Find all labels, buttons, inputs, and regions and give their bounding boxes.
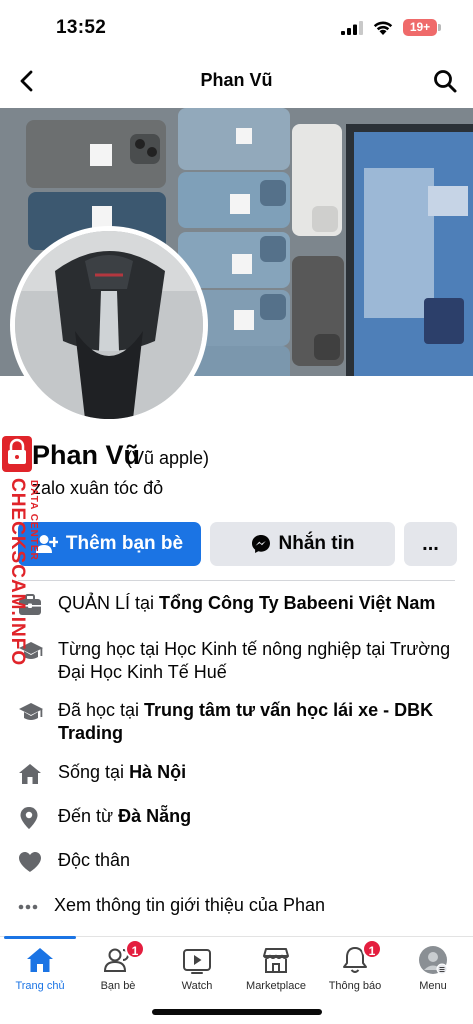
see-about-info-link[interactable]: Xem thông tin giới thiệu của Phan [18, 894, 458, 920]
tab-label-notifications: Thông báo [328, 980, 382, 992]
info-row-from: Đến từ Đà Nẵng [18, 805, 458, 831]
avatar-photo [15, 231, 203, 419]
info-row-education-2: Đã học tại Trung tâm tư vấn học lái xe -… [18, 699, 458, 745]
add-friend-button[interactable]: Thêm bạn bè [18, 522, 201, 566]
ellipsis-icon [18, 904, 38, 910]
tab-home[interactable]: Trang chủ [0, 941, 80, 997]
tab-label-home: Trang chủ [15, 980, 65, 992]
nav-header: Phan Vũ [0, 56, 473, 108]
status-bar: 13:52 19+ [0, 0, 473, 56]
watermark-lock-icon [2, 436, 32, 472]
friends-badge: 1 [125, 939, 145, 959]
wifi-icon [373, 21, 393, 35]
home-tab-icon [27, 948, 53, 972]
active-tab-indicator [4, 936, 76, 939]
tab-label-marketplace: Marketplace [246, 980, 306, 992]
tab-label-menu: Menu [419, 980, 447, 992]
cellular-signal-icon [341, 21, 363, 35]
home-icon [19, 764, 41, 784]
bottom-tab-bar: Trang chủ 1 Bạn bè Watch Marketplace 1 T… [0, 936, 473, 998]
notifications-badge: 1 [362, 939, 382, 959]
info-text-from: Đến từ Đà Nẵng [58, 806, 192, 826]
graduation-cap-icon [19, 703, 43, 720]
watermark-subtext: DATA CENTER [28, 480, 39, 561]
add-friend-icon [35, 535, 58, 553]
info-text-relationship: Độc thân [58, 850, 131, 870]
messenger-icon [251, 535, 270, 553]
info-text-lives-in: Sống tại Hà Nội [58, 762, 187, 782]
info-text-see-about: Xem thông tin giới thiệu của Phan [54, 895, 325, 915]
watermark-text: CHECKSCAM.INFO [7, 478, 28, 667]
message-button[interactable]: Nhắn tin [210, 522, 395, 566]
profile-bio: zalo xuân tóc đỏ [32, 478, 164, 498]
menu-avatar-icon [419, 946, 448, 975]
tab-menu[interactable]: Menu [393, 941, 473, 997]
home-indicator [152, 1009, 322, 1015]
info-text-education-2: Đã học tại Trung tâm tư vấn học lái xe -… [58, 700, 434, 743]
info-row-relationship: Độc thân [18, 849, 458, 875]
info-row-work: QUẢN LÍ tại Tổng Công Ty Babeeni Việt Na… [18, 592, 458, 618]
tab-notifications[interactable]: 1 Thông báo [315, 939, 395, 997]
battery-cap [438, 24, 441, 31]
more-options-button[interactable]: ... [404, 522, 457, 566]
profile-avatar[interactable] [10, 226, 208, 424]
info-row-education-1: Từng học tại Học Kinh tế nông nghiệp tại… [18, 638, 458, 684]
location-pin-icon [20, 807, 38, 829]
heart-icon [19, 852, 41, 872]
tab-label-friends: Bạn bè [100, 980, 136, 992]
tab-watch[interactable]: Watch [157, 941, 237, 997]
info-text-work: QUẢN LÍ tại Tổng Công Ty Babeeni Việt Na… [58, 593, 436, 613]
profile-alternate-name: (Vũ apple) [126, 448, 210, 468]
status-time: 13:52 [56, 17, 107, 38]
tab-marketplace[interactable]: Marketplace [236, 941, 316, 997]
profile-name: Phan Vũ [32, 440, 141, 470]
divider [18, 580, 455, 581]
info-row-lives-in: Sống tại Hà Nội [18, 761, 458, 787]
more-options-label: ... [422, 532, 439, 555]
info-text-education-1: Từng học tại Học Kinh tế nông nghiệp tại… [58, 639, 451, 682]
tab-label-watch: Watch [181, 980, 213, 992]
marketplace-icon [263, 948, 289, 973]
search-icon[interactable] [432, 68, 458, 94]
tab-friends[interactable]: 1 Bạn bè [78, 939, 158, 997]
message-label: Nhắn tin [278, 533, 355, 554]
page-title: Phan Vũ [200, 70, 273, 90]
add-friend-label: Thêm bạn bè [65, 533, 184, 554]
watch-icon [183, 949, 211, 974]
battery-indicator: 19+ [403, 19, 437, 36]
